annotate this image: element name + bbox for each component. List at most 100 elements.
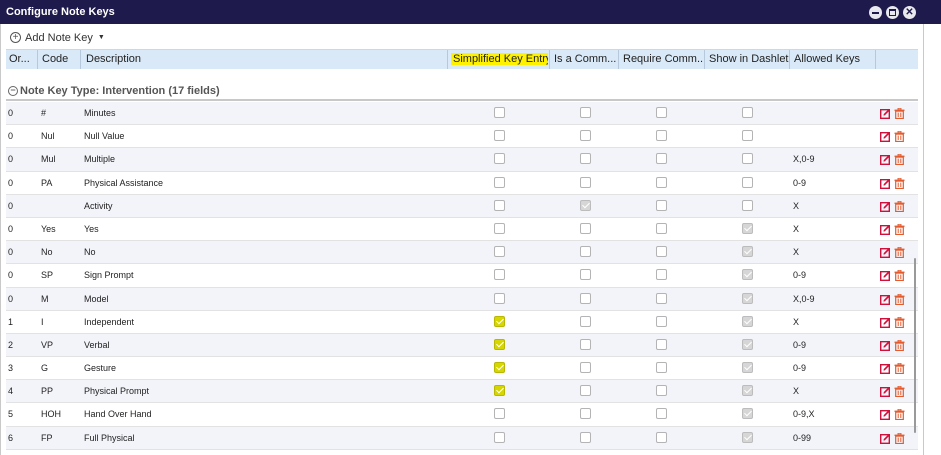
delete-icon[interactable] — [894, 131, 905, 143]
edit-icon[interactable] — [879, 363, 891, 375]
table-row[interactable]: 6 FP Full Physical 0-99 — [6, 426, 918, 450]
table-row[interactable]: 0 Yes Yes X — [6, 218, 918, 242]
is-comment-checkbox[interactable] — [580, 269, 591, 281]
require-comment-checkbox[interactable] — [656, 153, 667, 165]
delete-icon[interactable] — [894, 270, 905, 282]
require-comment-checkbox[interactable] — [656, 199, 667, 211]
column-header-order[interactable]: Or... — [6, 50, 37, 70]
delete-icon[interactable] — [894, 432, 905, 444]
simplified-key-checkbox[interactable] — [494, 338, 505, 350]
edit-icon[interactable] — [879, 201, 891, 212]
maximize-icon[interactable] — [886, 6, 899, 19]
table-row[interactable]: 2 VP Verbal 0-9 — [6, 333, 918, 358]
table-row[interactable]: 0 # Minutes — [6, 102, 918, 126]
show-in-dashlet-checkbox[interactable] — [742, 199, 753, 211]
simplified-key-checkbox[interactable] — [494, 222, 505, 234]
column-header-code[interactable]: Code — [39, 50, 79, 70]
require-comment-checkbox[interactable] — [656, 362, 667, 374]
show-in-dashlet-checkbox[interactable] — [742, 130, 753, 142]
require-comment-checkbox[interactable] — [656, 338, 667, 350]
is-comment-checkbox[interactable] — [580, 153, 591, 165]
is-comment-checkbox[interactable] — [580, 362, 591, 374]
delete-icon[interactable] — [894, 409, 905, 421]
simplified-key-checkbox[interactable] — [494, 153, 505, 165]
table-row[interactable]: 0 Activity X — [6, 194, 918, 218]
is-comment-checkbox[interactable] — [580, 292, 591, 304]
delete-icon[interactable] — [894, 177, 905, 189]
delete-icon[interactable] — [894, 293, 905, 305]
require-comment-checkbox[interactable] — [656, 130, 667, 142]
show-in-dashlet-checkbox[interactable] — [742, 431, 753, 443]
column-header-allowed-keys[interactable]: Allowed Keys — [791, 50, 875, 70]
show-in-dashlet-checkbox[interactable] — [742, 246, 753, 258]
group-header[interactable]: − Note Key Type: Intervention (17 fields… — [6, 82, 918, 101]
show-in-dashlet-checkbox[interactable] — [742, 408, 753, 420]
show-in-dashlet-checkbox[interactable] — [742, 315, 753, 327]
require-comment-checkbox[interactable] — [656, 431, 667, 443]
table-row[interactable]: 3 G Gesture 0-9 — [6, 357, 918, 381]
edit-icon[interactable] — [879, 154, 891, 166]
show-in-dashlet-checkbox[interactable] — [742, 176, 753, 188]
edit-icon[interactable] — [879, 433, 891, 444]
table-row[interactable]: 0 M Model X,0-9 — [6, 287, 918, 311]
delete-icon[interactable] — [894, 200, 905, 212]
show-in-dashlet-checkbox[interactable] — [742, 153, 753, 165]
delete-icon[interactable] — [894, 223, 905, 236]
delete-icon[interactable] — [894, 386, 905, 398]
require-comment-checkbox[interactable] — [656, 107, 667, 118]
show-in-dashlet-checkbox[interactable] — [742, 338, 753, 350]
show-in-dashlet-checkbox[interactable] — [742, 222, 753, 234]
simplified-key-checkbox[interactable] — [494, 269, 505, 281]
require-comment-checkbox[interactable] — [656, 246, 667, 258]
delete-icon[interactable] — [894, 316, 905, 328]
simplified-key-checkbox[interactable] — [494, 107, 505, 118]
show-in-dashlet-checkbox[interactable] — [742, 269, 753, 281]
edit-icon[interactable] — [879, 317, 891, 328]
simplified-key-checkbox[interactable] — [494, 199, 505, 211]
table-row[interactable]: 5 HOH Hand Over Hand 0-9,X — [6, 403, 918, 427]
scrollbar[interactable] — [914, 258, 916, 433]
edit-icon[interactable] — [879, 294, 891, 305]
table-row[interactable]: 0 SP Sign Prompt 0-9 — [6, 264, 918, 288]
is-comment-checkbox[interactable] — [580, 199, 591, 211]
delete-icon[interactable] — [894, 362, 905, 375]
require-comment-checkbox[interactable] — [656, 315, 667, 327]
column-header-show-in-dashlet[interactable]: Show in Dashlet — [706, 50, 790, 70]
delete-icon[interactable] — [894, 107, 905, 120]
table-row[interactable]: 1 I Independent X — [6, 311, 918, 334]
simplified-key-checkbox[interactable] — [494, 246, 505, 258]
delete-icon[interactable] — [894, 246, 905, 259]
minimize-icon[interactable] — [869, 6, 882, 19]
show-in-dashlet-checkbox[interactable] — [742, 362, 753, 374]
close-icon[interactable]: ✕ — [903, 6, 916, 19]
is-comment-checkbox[interactable] — [580, 176, 591, 188]
table-row[interactable]: 0 Nul Null Value — [6, 125, 918, 149]
edit-icon[interactable] — [879, 340, 891, 351]
require-comment-checkbox[interactable] — [656, 176, 667, 188]
edit-icon[interactable] — [879, 247, 891, 259]
show-in-dashlet-checkbox[interactable] — [742, 385, 753, 397]
table-row[interactable]: 0 Mul Multiple X,0-9 — [6, 148, 918, 172]
edit-icon[interactable] — [879, 131, 891, 143]
is-comment-checkbox[interactable] — [580, 385, 591, 397]
simplified-key-checkbox[interactable] — [494, 362, 505, 374]
column-header-require-comment[interactable]: Require Comm... — [620, 50, 704, 70]
is-comment-checkbox[interactable] — [580, 222, 591, 234]
show-in-dashlet-checkbox[interactable] — [742, 107, 753, 118]
simplified-key-checkbox[interactable] — [494, 292, 505, 304]
is-comment-checkbox[interactable] — [580, 315, 591, 327]
require-comment-checkbox[interactable] — [656, 408, 667, 420]
simplified-key-checkbox[interactable] — [494, 385, 505, 397]
simplified-key-checkbox[interactable] — [494, 315, 505, 327]
is-comment-checkbox[interactable] — [580, 338, 591, 350]
require-comment-checkbox[interactable] — [656, 222, 667, 234]
edit-icon[interactable] — [879, 224, 891, 235]
edit-icon[interactable] — [879, 178, 891, 189]
simplified-key-checkbox[interactable] — [494, 130, 505, 142]
table-row[interactable]: 0 No No X — [6, 241, 918, 265]
show-in-dashlet-checkbox[interactable] — [742, 292, 753, 304]
edit-icon[interactable] — [879, 386, 891, 398]
simplified-key-checkbox[interactable] — [494, 176, 505, 188]
delete-icon[interactable] — [894, 339, 905, 351]
is-comment-checkbox[interactable] — [580, 246, 591, 258]
